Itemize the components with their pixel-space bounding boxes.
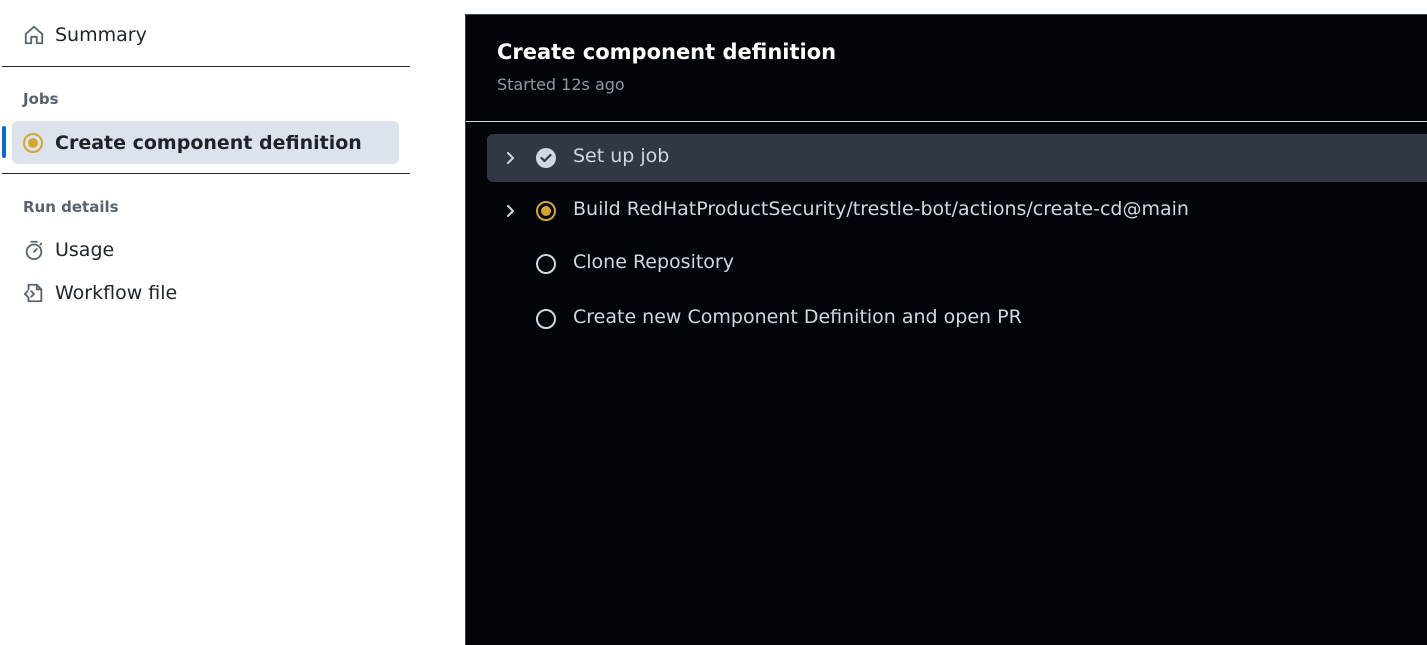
sidebar-item-label: Workflow file — [55, 282, 178, 304]
chevron-right-icon — [507, 205, 514, 217]
active-indicator — [2, 126, 6, 158]
in-progress-icon — [22, 132, 44, 154]
jobs-heading: Jobs — [23, 90, 59, 108]
job-status-text: Started 12s ago — [497, 75, 625, 94]
step-row[interactable]: Set up job — [487, 134, 1427, 182]
sidebar-item-workflow-file[interactable]: Workflow file — [22, 281, 177, 305]
job-log-panel: Create component definition Started 12s … — [465, 14, 1427, 645]
sidebar-item-usage[interactable]: Usage — [22, 238, 114, 262]
chevron-right-icon — [507, 152, 514, 164]
step-row[interactable]: Build RedHatProductSecurity/trestle-bot/… — [487, 187, 1427, 235]
step-label: Create new Component Definition and open… — [573, 306, 1022, 328]
stopwatch-icon — [22, 238, 46, 262]
check-circle-icon — [536, 148, 556, 168]
pending-circle-icon — [536, 309, 556, 329]
job-header: Create component definition Started 12s … — [466, 15, 1427, 122]
sidebar-item-summary[interactable]: Summary — [22, 23, 147, 47]
sidebar: Summary Jobs Create component definition… — [0, 0, 412, 645]
job-title: Create component definition — [497, 40, 837, 64]
sidebar-item-label: Summary — [55, 24, 147, 46]
step-label: Clone Repository — [573, 251, 734, 273]
sidebar-item-label: Usage — [55, 239, 115, 261]
step-row[interactable]: Clone Repository — [487, 240, 1427, 288]
divider — [2, 173, 410, 174]
pending-circle-icon — [536, 254, 556, 274]
in-progress-icon — [536, 201, 556, 221]
home-icon — [22, 23, 46, 47]
step-row[interactable]: Create new Component Definition and open… — [487, 295, 1427, 343]
file-code-icon — [22, 281, 46, 305]
step-label: Build RedHatProductSecurity/trestle-bot/… — [573, 198, 1189, 220]
step-label: Set up job — [573, 145, 670, 167]
run-details-heading: Run details — [23, 198, 119, 216]
sidebar-item-active-job[interactable]: Create component definition — [12, 121, 399, 164]
sidebar-item-label: Create component definition — [55, 131, 362, 154]
divider — [2, 66, 410, 67]
